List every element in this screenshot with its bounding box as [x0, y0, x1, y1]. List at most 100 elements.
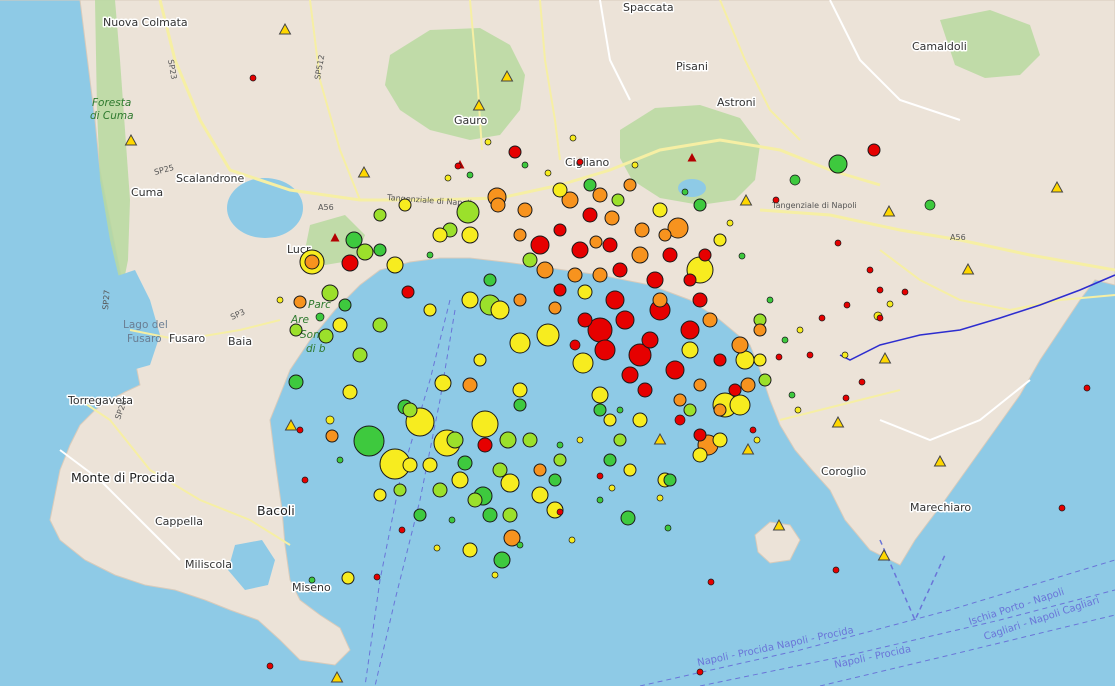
earthquake-marker[interactable] [858, 378, 866, 386]
earthquake-marker[interactable] [422, 457, 438, 473]
earthquake-marker[interactable] [352, 347, 368, 363]
earthquake-marker[interactable] [552, 182, 568, 198]
earthquake-marker[interactable] [866, 266, 874, 274]
earthquake-marker[interactable] [674, 414, 686, 426]
earthquake-marker[interactable] [509, 332, 531, 354]
earthquake-marker[interactable] [652, 292, 668, 308]
earthquake-marker[interactable] [466, 171, 474, 179]
earthquake-marker[interactable] [828, 154, 848, 174]
earthquake-marker[interactable] [806, 351, 814, 359]
earthquake-marker[interactable] [842, 394, 850, 402]
earthquake-marker[interactable] [473, 353, 487, 367]
earthquake-marker[interactable] [513, 293, 527, 307]
earthquake-marker[interactable] [641, 331, 659, 349]
earthquake-marker[interactable] [467, 492, 483, 508]
earthquake-marker[interactable] [508, 145, 522, 159]
earthquake-marker[interactable] [729, 394, 751, 416]
earthquake-marker[interactable] [402, 402, 418, 418]
earthquake-marker[interactable] [338, 298, 352, 312]
earthquake-marker[interactable] [692, 447, 708, 463]
earthquake-marker[interactable] [594, 339, 616, 361]
earthquake-marker[interactable] [401, 285, 415, 299]
earthquake-marker[interactable] [605, 290, 625, 310]
earthquake-marker[interactable] [1058, 504, 1066, 512]
earthquake-marker[interactable] [592, 187, 608, 203]
earthquake-marker[interactable] [602, 237, 618, 253]
earthquake-marker[interactable] [513, 398, 527, 412]
earthquake-marker[interactable] [632, 412, 648, 428]
earthquake-marker[interactable] [901, 288, 909, 296]
earthquake-marker[interactable] [740, 377, 756, 393]
earthquake-marker[interactable] [315, 312, 325, 322]
earthquake-marker[interactable] [462, 542, 478, 558]
earthquake-marker[interactable] [662, 247, 678, 263]
earthquake-marker[interactable] [462, 377, 478, 393]
earthquake-marker[interactable] [713, 353, 727, 367]
earthquake-marker[interactable] [683, 403, 697, 417]
earthquake-marker[interactable] [556, 441, 564, 449]
earthquake-marker[interactable] [568, 536, 576, 544]
earthquake-marker[interactable] [373, 573, 381, 581]
earthquake-marker[interactable] [500, 473, 520, 493]
earthquake-marker[interactable] [325, 415, 335, 425]
earthquake-marker[interactable] [356, 243, 374, 261]
earthquake-marker[interactable] [634, 222, 650, 238]
earthquake-marker[interactable] [413, 508, 427, 522]
earthquake-marker[interactable] [553, 223, 567, 237]
earthquake-marker[interactable] [516, 541, 524, 549]
earthquake-marker[interactable] [296, 426, 304, 434]
earthquake-marker[interactable] [658, 228, 672, 242]
earthquake-marker[interactable] [569, 134, 577, 142]
earthquake-marker[interactable] [696, 668, 704, 676]
earthquake-marker[interactable] [713, 233, 727, 247]
earthquake-marker[interactable] [483, 273, 497, 287]
earthquake-marker[interactable] [289, 323, 303, 337]
earthquake-marker[interactable] [342, 384, 358, 400]
earthquake-marker[interactable] [423, 303, 437, 317]
seismic-map[interactable]: Nuova Colmata Spaccata Camaldoli Pisani … [0, 0, 1115, 686]
earthquake-marker[interactable] [591, 386, 609, 404]
earthquake-marker[interactable] [702, 312, 718, 328]
earthquake-marker[interactable] [446, 431, 464, 449]
earthquake-marker[interactable] [924, 199, 936, 211]
earthquake-marker[interactable] [611, 193, 625, 207]
earthquake-marker[interactable] [582, 207, 598, 223]
earthquake-marker[interactable] [513, 228, 527, 242]
earthquake-marker[interactable] [832, 566, 840, 574]
earthquake-marker[interactable] [531, 486, 549, 504]
earthquake-marker[interactable] [608, 484, 616, 492]
earthquake-marker[interactable] [530, 235, 550, 255]
earthquake-marker[interactable] [266, 662, 274, 670]
earthquake-marker[interactable] [522, 432, 538, 448]
earthquake-marker[interactable] [517, 202, 533, 218]
earthquake-marker[interactable] [456, 200, 480, 224]
earthquake-marker[interactable] [612, 262, 628, 278]
earthquake-marker[interactable] [499, 431, 517, 449]
earthquake-marker[interactable] [477, 437, 493, 453]
earthquake-marker[interactable] [398, 198, 412, 212]
earthquake-marker[interactable] [707, 578, 715, 586]
earthquake-marker[interactable] [471, 410, 499, 438]
earthquake-marker[interactable] [553, 453, 567, 467]
earthquake-marker[interactable] [318, 328, 334, 344]
earthquake-marker[interactable] [576, 436, 584, 444]
earthquake-marker[interactable] [589, 235, 603, 249]
earthquake-marker[interactable] [522, 252, 538, 268]
earthquake-marker[interactable] [556, 508, 564, 516]
earthquake-marker[interactable] [789, 174, 801, 186]
earthquake-marker[interactable] [548, 473, 562, 487]
earthquake-marker[interactable] [637, 382, 653, 398]
earthquake-marker[interactable] [794, 406, 802, 414]
earthquake-marker[interactable] [288, 374, 304, 390]
earthquake-marker[interactable] [583, 178, 597, 192]
earthquake-marker[interactable] [738, 252, 746, 260]
earthquake-marker[interactable] [492, 462, 508, 478]
earthquake-marker[interactable] [796, 326, 804, 334]
earthquake-marker[interactable] [512, 382, 528, 398]
earthquake-marker[interactable] [373, 243, 387, 257]
earthquake-marker[interactable] [623, 463, 637, 477]
earthquake-marker[interactable] [726, 219, 734, 227]
earthquake-marker[interactable] [293, 295, 307, 309]
earthquake-marker[interactable] [553, 283, 567, 297]
earthquake-marker[interactable] [620, 510, 636, 526]
